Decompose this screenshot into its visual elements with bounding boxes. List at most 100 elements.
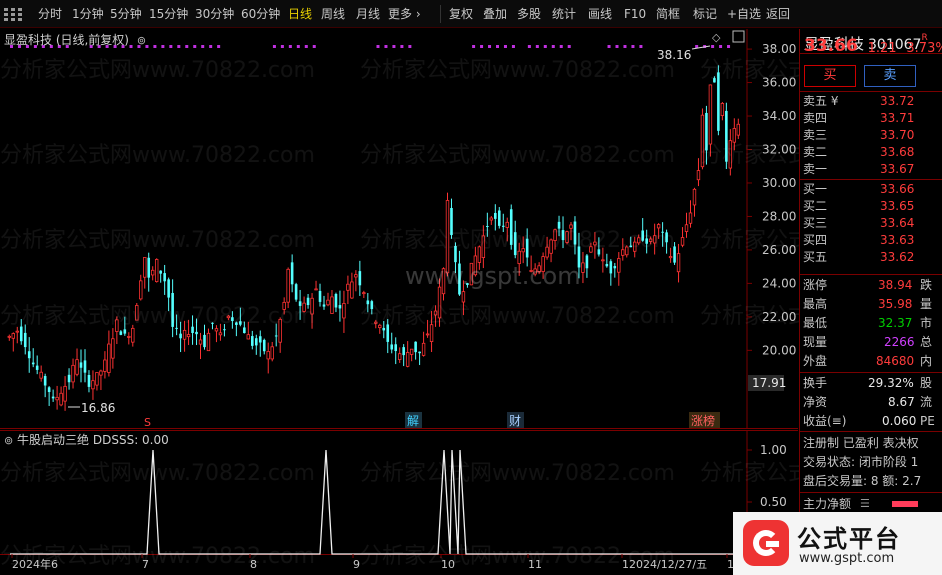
candlestick-chart-panel[interactable]: 20.00 22.00 24.00 26.00 28.00 30.00 32.00 34.00… xyxy=(0,29,798,429)
buy-button[interactable]: 买 xyxy=(804,65,856,87)
tab-5min[interactable]: 5分钟 xyxy=(110,0,142,28)
candle-body xyxy=(330,296,334,314)
main-flow-row[interactable]: 主力净额 ☰ xyxy=(800,495,942,513)
more-periods-button[interactable]: 更多 › xyxy=(388,0,421,28)
candle-body xyxy=(577,246,581,268)
candle-body xyxy=(661,231,664,233)
settings-icon[interactable]: ⊚ xyxy=(137,34,146,47)
signal-dot xyxy=(559,45,563,48)
signal-dot xyxy=(607,45,611,48)
bid-row: 买二 33.65 xyxy=(803,199,915,213)
signal-dot xyxy=(177,45,181,48)
main-chart-title: 显盈科技 (日线,前复权) ⊚ xyxy=(4,31,146,48)
signal-dot xyxy=(615,45,619,48)
indicator-collapse-icon[interactable]: ⊚ xyxy=(4,434,13,447)
candle-body xyxy=(429,324,434,343)
candle-body xyxy=(27,351,31,359)
current-volume-row: 现量 2266 总 xyxy=(803,335,933,349)
candle-body xyxy=(421,342,426,356)
tab-monthly[interactable]: 月线 xyxy=(356,0,380,28)
simple-frame-button[interactable]: 简框 xyxy=(656,0,680,28)
candle-body xyxy=(521,248,525,253)
candle-body xyxy=(51,396,55,399)
candle-body xyxy=(378,324,382,329)
f10-button[interactable]: F10 xyxy=(624,0,646,28)
diamond-icon[interactable]: ◇ xyxy=(712,31,721,44)
candle-body xyxy=(473,255,478,276)
tab-60min[interactable]: 60分钟 xyxy=(241,0,280,28)
candle-body xyxy=(286,268,290,303)
candle-body xyxy=(489,217,494,221)
candle-body xyxy=(494,212,497,219)
event-marker-s[interactable]: S xyxy=(144,416,151,429)
xtick-label: 9 xyxy=(353,558,360,571)
event-marker-unlock[interactable]: 解 xyxy=(407,414,419,428)
candle-body xyxy=(338,305,342,309)
high-price-label: 38.16 xyxy=(657,48,691,62)
ytick-label: 24.00 xyxy=(762,276,796,290)
add-watchlist-button[interactable]: +自选 xyxy=(727,0,761,28)
signal-dot xyxy=(169,45,173,48)
signal-dot xyxy=(185,45,189,48)
signal-dot xyxy=(209,45,213,48)
candle-body xyxy=(119,331,123,335)
candle-body xyxy=(35,365,39,370)
list-icon[interactable]: ☰ xyxy=(860,495,870,513)
tab-daily[interactable]: 日线 xyxy=(288,0,312,28)
candle-body xyxy=(214,328,219,332)
candle-body xyxy=(270,346,274,360)
candle-body xyxy=(450,207,453,236)
grid-menu-icon[interactable] xyxy=(4,7,22,21)
signal-dot xyxy=(639,45,643,48)
event-marker-top-gainer[interactable]: 涨榜 xyxy=(691,413,715,428)
candle-body xyxy=(91,380,95,390)
candle-body xyxy=(167,279,170,298)
tab-weekly[interactable]: 周线 xyxy=(321,0,345,28)
candle-body xyxy=(680,237,685,246)
statistics-button[interactable]: 统计 xyxy=(552,0,576,28)
adjust-button[interactable]: 复权 xyxy=(449,0,473,28)
candle-body xyxy=(713,78,716,83)
bid-row: 买五 33.62 xyxy=(803,250,915,264)
candle-body xyxy=(517,250,521,264)
overlay-button[interactable]: 叠加 xyxy=(483,0,507,28)
signal-dot xyxy=(161,45,165,48)
candle-body xyxy=(625,246,629,256)
candle-body xyxy=(641,230,644,241)
candle-body xyxy=(143,257,147,278)
indicator-panel[interactable]: 1.00 0.50 2024年6 7 8 9 10 11 12024/12/27/五 1 ⊚ … xyxy=(0,430,798,575)
candle-body xyxy=(692,188,697,206)
candle-body xyxy=(382,327,386,331)
mark-button[interactable]: 标记 xyxy=(693,0,717,28)
net-assets-row: 净资 8.67 流 xyxy=(803,395,933,409)
xtick-label: 11 xyxy=(528,558,542,571)
candle-body xyxy=(414,341,417,353)
candle-body xyxy=(645,238,648,244)
candle-body xyxy=(720,103,725,116)
indicator-chart[interactable]: 1.00 0.50 2024年6 7 8 9 10 11 12024/12/27/五 1 xyxy=(0,430,798,575)
restore-window-icon[interactable] xyxy=(732,30,745,43)
sell-button[interactable]: 卖 xyxy=(864,65,916,87)
candle-body xyxy=(609,261,613,274)
signal-dot xyxy=(631,45,635,48)
candle-body xyxy=(728,140,733,169)
candle-body xyxy=(486,226,489,228)
candle-body xyxy=(239,321,242,325)
tab-15min[interactable]: 15分钟 xyxy=(149,0,188,28)
draw-line-button[interactable]: 画线 xyxy=(588,0,612,28)
tab-30min[interactable]: 30分钟 xyxy=(195,0,234,28)
event-marker-finance[interactable]: 财 xyxy=(509,414,521,428)
candle-body xyxy=(191,326,194,334)
candle-body xyxy=(597,249,601,255)
multi-stock-button[interactable]: 多股 xyxy=(517,0,541,28)
candle-body xyxy=(175,327,178,329)
candle-body xyxy=(195,331,198,335)
back-button[interactable]: 返回 xyxy=(766,0,790,28)
ytick-label: 32.00 xyxy=(762,143,796,157)
tab-1min[interactable]: 1分钟 xyxy=(72,0,104,28)
candle-body xyxy=(505,221,509,228)
candle-body xyxy=(203,334,206,348)
tab-intraday[interactable]: 分时 xyxy=(38,0,62,28)
candlestick-chart[interactable]: 20.00 22.00 24.00 26.00 28.00 30.00 32.00 34.00… xyxy=(0,29,798,429)
bid-row: 买四 33.63 xyxy=(803,233,915,247)
